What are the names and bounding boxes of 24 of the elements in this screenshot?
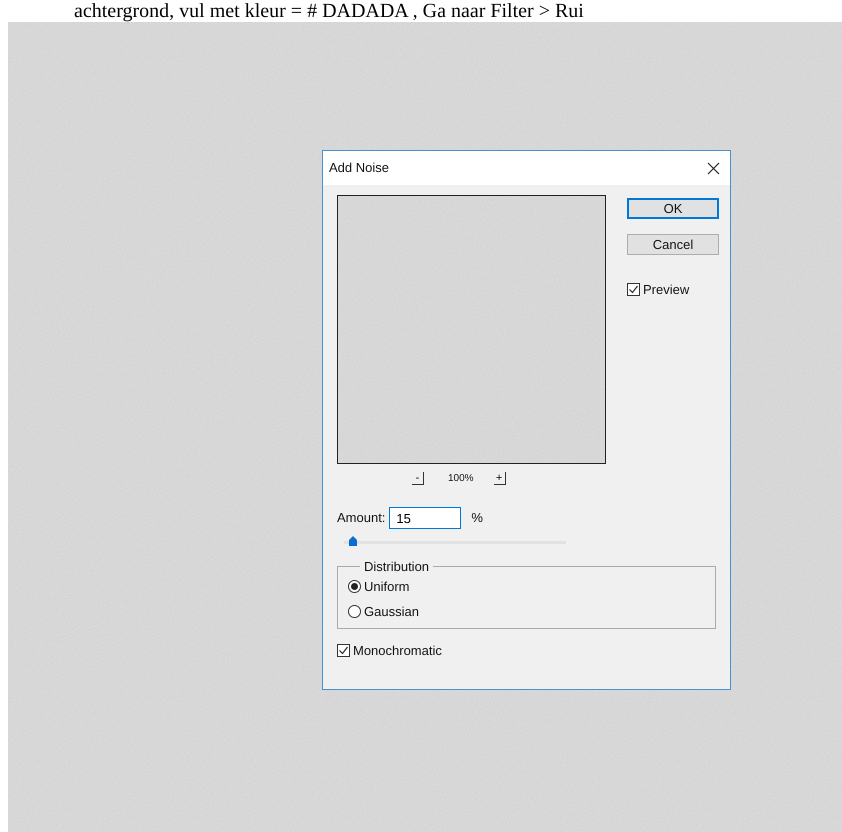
option-label: Gaussian [364,603,419,621]
slider-thumb[interactable] [348,536,357,546]
amount-field[interactable]: 15 [389,507,462,529]
monochromatic-label: Monochromatic [353,642,442,660]
amount-label: Amount: [337,509,386,528]
checkmark-icon [338,645,349,656]
amount-slider[interactable] [344,536,566,546]
zoom-in-button[interactable]: + [494,472,506,485]
zoom-out-button[interactable]: - [412,472,424,485]
group-title: Distribution [363,558,430,576]
radio-button[interactable] [348,580,361,593]
window-title: Add Noise [329,159,389,178]
page-text: achtergrond, vul met kleur = # DADADA , Ga naar Filter > Rui [73,0,585,22]
cancel-button[interactable]: Cancel [627,234,719,255]
percent-unit: % [471,509,483,528]
zoom-level: 100% [448,472,474,486]
ok-button[interactable]: OK [627,198,719,219]
checkmark-icon [628,284,639,296]
checkbox[interactable] [337,644,350,658]
option-label: Uniform [364,578,410,596]
radio-button[interactable] [348,605,361,618]
checkbox[interactable] [627,283,640,296]
close-icon[interactable] [707,162,720,174]
preview-label: Preview [643,281,690,299]
